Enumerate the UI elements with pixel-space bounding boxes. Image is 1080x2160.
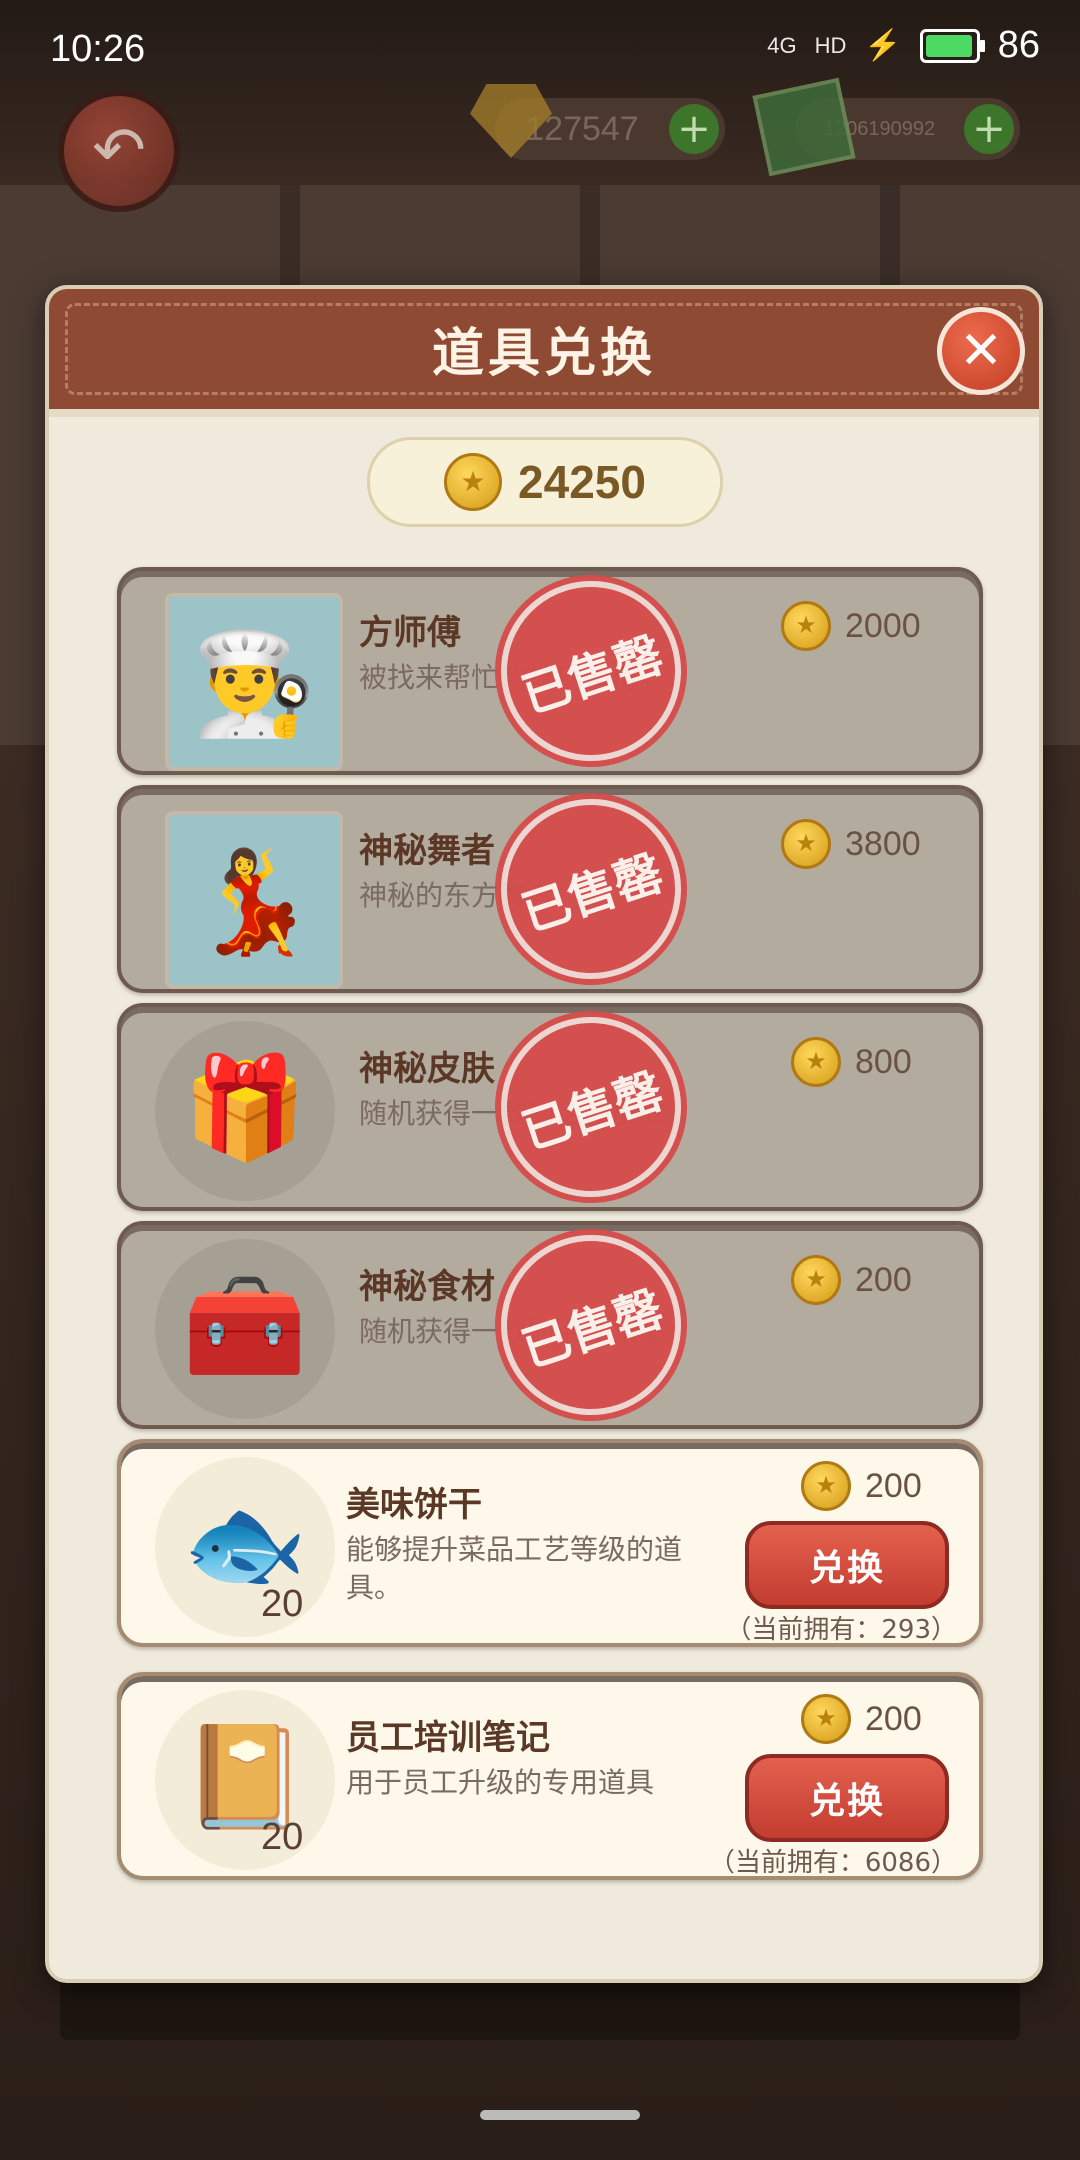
item-name: 员工培训笔记	[346, 1718, 550, 1758]
charging-icon: ⚡	[864, 29, 902, 62]
item-price-value: 200	[865, 1466, 922, 1505]
hd-icon: HD	[814, 32, 847, 58]
coin-balance: 24250	[367, 437, 723, 527]
modal-header: 道具兑换 ✕	[49, 289, 1039, 417]
exchange-button[interactable]: 兑换	[745, 1521, 949, 1609]
add-gems-button[interactable]: +	[669, 104, 719, 154]
item-price-value: 200	[855, 1260, 912, 1299]
notebook-icon: 📔	[182, 1718, 308, 1835]
sold-out-stamp: 已售罄	[477, 775, 705, 1003]
item-quantity: 20	[261, 1583, 304, 1625]
fish-biscuit-icon: 🐟	[182, 1485, 308, 1602]
sold-out-stamp: 已售罄	[477, 1211, 705, 1439]
item-price: 800	[791, 1037, 912, 1087]
item-name: 美味饼干	[346, 1485, 482, 1525]
item-price: 200	[801, 1461, 922, 1511]
item-price: 3800	[781, 819, 921, 869]
item-card-1: 👨‍🍳 方师傅 被找来帮忙的端锅师傅。 2000 已售罄	[117, 557, 983, 785]
back-arrow-icon[interactable]: ↶	[58, 90, 180, 212]
item-price-value: 800	[855, 1042, 912, 1081]
status-bar: 10:26 4G HD ⚡ 86	[0, 0, 1080, 100]
item-card-5: 🐟 20 美味饼干 能够提升菜品工艺等级的道具。 200 兑换 （当前拥有：29…	[117, 1439, 983, 1647]
coin-icon	[781, 601, 831, 651]
coin-icon	[791, 1255, 841, 1305]
gift-box-icon: 🎁	[182, 1049, 308, 1166]
item-price: 200	[801, 1694, 922, 1744]
status-time: 10:26	[50, 28, 146, 70]
coin-icon	[791, 1037, 841, 1087]
item-thumbnail: 🐟	[155, 1457, 335, 1637]
item-name: 神秘食材	[359, 1267, 495, 1307]
sold-out-stamp: 已售罄	[477, 557, 705, 785]
modal-title: 道具兑换	[431, 324, 656, 384]
home-indicator[interactable]	[480, 2110, 640, 2120]
item-thumbnail: 📔	[155, 1690, 335, 1870]
coin-icon	[781, 819, 831, 869]
item-price: 2000	[781, 601, 921, 651]
coin-icon	[801, 1694, 851, 1744]
chef-icon: 👨‍🍳	[191, 625, 317, 742]
item-card-3: 🎁 神秘皮肤 随机获得一款的活动皮肤。 800 已售罄	[117, 993, 983, 1221]
exchange-button[interactable]: 兑换	[745, 1754, 949, 1842]
coin-balance-value: 24250	[518, 456, 646, 508]
item-name: 神秘皮肤	[359, 1049, 495, 1089]
coin-icon	[801, 1461, 851, 1511]
dancer-icon: 💃	[191, 843, 317, 960]
item-card-2: 💃 神秘舞者 神秘的东方舞者 3800 已售罄	[117, 775, 983, 1003]
sold-out-stamp: 已售罄	[477, 993, 705, 1221]
owned-count: （当前拥有：6086）	[708, 1848, 957, 1878]
item-thumbnail: 👨‍🍳	[165, 593, 343, 771]
owned-count: （当前拥有：293）	[725, 1615, 957, 1645]
item-card-4: 🧰 神秘食材 随机获得一款的活动菜品 200 已售罄	[117, 1211, 983, 1439]
item-quantity: 20	[261, 1816, 304, 1858]
item-name: 神秘舞者	[359, 831, 495, 871]
network-icon: 4G	[767, 32, 797, 58]
close-icon[interactable]: ✕	[937, 307, 1025, 395]
add-cash-button[interactable]: +	[964, 104, 1014, 154]
item-thumbnail: 🎁	[155, 1021, 335, 1201]
item-name: 方师傅	[359, 613, 461, 653]
item-price-value: 3800	[845, 824, 921, 863]
status-icons: 4G HD ⚡ 86	[767, 24, 1040, 67]
item-card-6: 📔 20 员工培训笔记 用于员工升级的专用道具 200 兑换 （当前拥有：608…	[117, 1672, 983, 1880]
item-price-value: 200	[865, 1699, 922, 1738]
exchange-modal: 道具兑换 ✕ 24250 👨‍🍳 方师傅 被找来帮忙的端锅师傅。 2000 已售…	[45, 285, 1043, 1983]
item-price: 200	[791, 1255, 912, 1305]
battery-level: 86	[997, 24, 1040, 66]
battery-icon	[919, 28, 985, 63]
item-thumbnail: 🧰	[155, 1239, 335, 1419]
item-description: 能够提升菜品工艺等级的道具。	[346, 1533, 683, 1604]
item-description: 用于员工升级的专用道具	[346, 1766, 655, 1799]
item-thumbnail: 💃	[165, 811, 343, 989]
coin-icon	[444, 453, 503, 511]
food-box-icon: 🧰	[182, 1267, 308, 1384]
item-price-value: 2000	[845, 606, 921, 645]
